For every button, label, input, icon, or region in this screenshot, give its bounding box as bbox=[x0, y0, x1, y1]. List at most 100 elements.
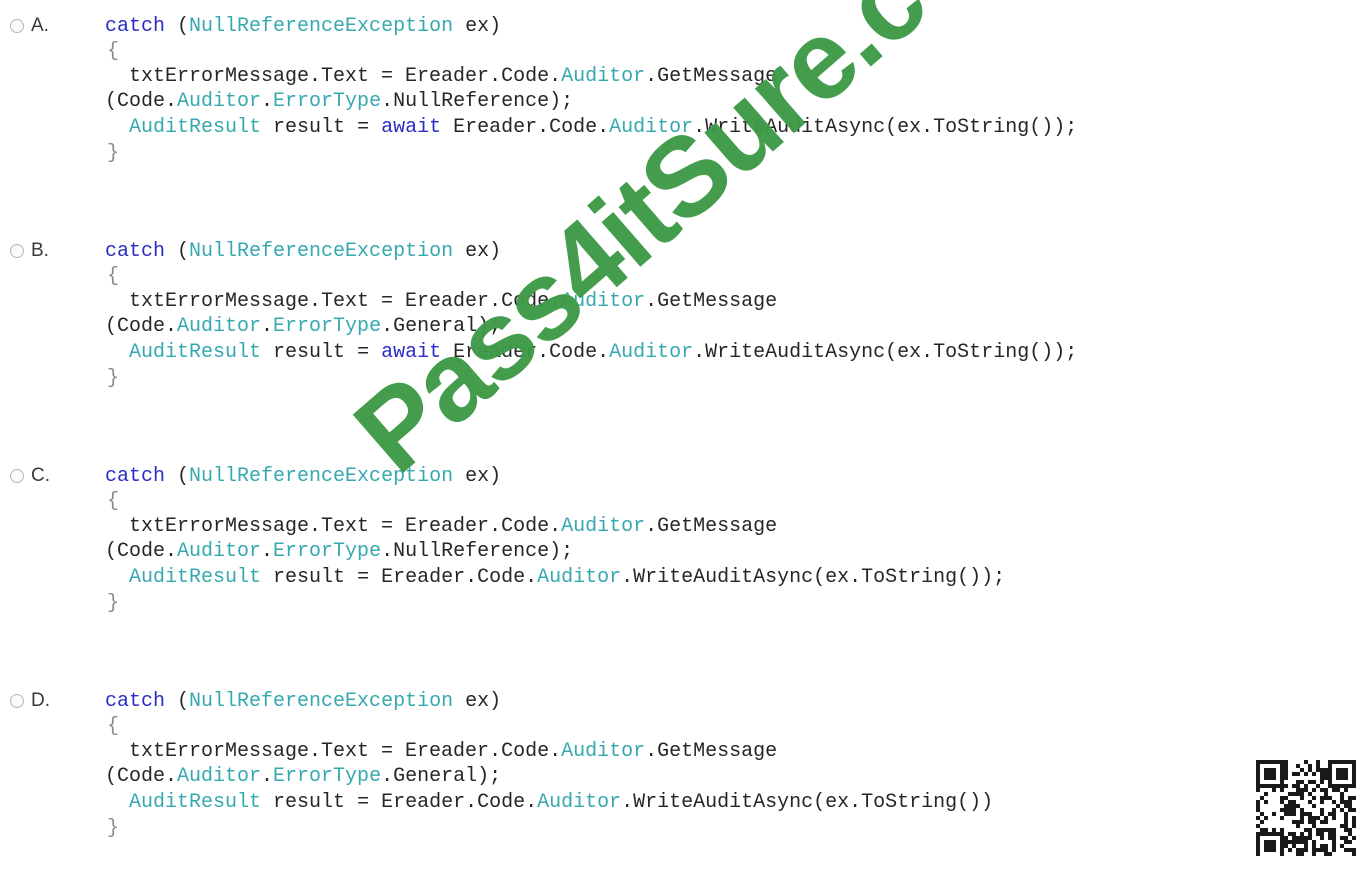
code-line: { bbox=[107, 715, 119, 739]
code-line: { bbox=[107, 265, 119, 289]
code-token: .WriteAuditAsync(ex.ToString()); bbox=[621, 566, 1006, 589]
code-line: txtErrorMessage.Text = Ereader.Code.Audi… bbox=[105, 65, 777, 89]
code-token: txtErrorMessage.Text = Ereader.Code. bbox=[105, 740, 562, 763]
code-token: Auditor bbox=[609, 341, 694, 364]
code-token: ex) bbox=[453, 240, 502, 263]
code-line: catch (NullReferenceException ex) bbox=[105, 15, 501, 39]
code-token: .GetMessage bbox=[645, 65, 778, 88]
code-token: ErrorType bbox=[273, 90, 382, 113]
code-token: Auditor bbox=[561, 515, 646, 538]
code-token: NullReferenceException bbox=[189, 465, 454, 488]
code-token: result = bbox=[261, 341, 382, 364]
code-token: { bbox=[107, 715, 120, 738]
radio-button-icon[interactable] bbox=[10, 19, 24, 33]
code-token: txtErrorMessage.Text = Ereader.Code. bbox=[105, 65, 562, 88]
code-line: AuditResult result = Ereader.Code.Audito… bbox=[105, 566, 1005, 590]
code-token: NullReferenceException bbox=[189, 690, 454, 713]
code-line: AuditResult result = await Ereader.Code.… bbox=[105, 341, 1077, 365]
option-letter: D. bbox=[31, 690, 50, 711]
code-token: (Code. bbox=[105, 540, 178, 563]
code-token: . bbox=[261, 765, 274, 788]
code-token: NullReferenceException bbox=[189, 240, 454, 263]
code-token: ex) bbox=[453, 465, 502, 488]
code-token: AuditResult bbox=[129, 116, 262, 139]
code-token: ( bbox=[165, 15, 190, 38]
code-token: ex) bbox=[453, 690, 502, 713]
code-line: } bbox=[107, 817, 119, 841]
code-token: Auditor bbox=[177, 315, 262, 338]
code-token: catch bbox=[105, 240, 166, 263]
code-token: NullReferenceException bbox=[189, 15, 454, 38]
code-token: txtErrorMessage.Text = Ereader.Code. bbox=[105, 515, 562, 538]
code-token: Auditor bbox=[561, 740, 646, 763]
code-token: } bbox=[107, 367, 120, 390]
code-token: AuditResult bbox=[129, 566, 262, 589]
code-token: Auditor bbox=[537, 566, 622, 589]
code-token: ( bbox=[165, 465, 190, 488]
code-line: txtErrorMessage.Text = Ereader.Code.Audi… bbox=[105, 740, 777, 764]
code-token: .NullReference); bbox=[381, 90, 574, 113]
code-token: { bbox=[107, 265, 120, 288]
code-line: txtErrorMessage.Text = Ereader.Code.Audi… bbox=[105, 290, 777, 314]
code-line: (Code.Auditor.ErrorType.NullReference); bbox=[105, 540, 573, 564]
code-token: ( bbox=[165, 690, 190, 713]
code-token: ( bbox=[165, 240, 190, 263]
code-token: { bbox=[107, 490, 120, 513]
code-token: . bbox=[261, 315, 274, 338]
option-letter: A. bbox=[31, 15, 49, 36]
code-token: . bbox=[261, 90, 274, 113]
code-token: Auditor bbox=[537, 791, 622, 814]
code-token: AuditResult bbox=[129, 341, 262, 364]
code-token: (Code. bbox=[105, 90, 178, 113]
code-line: (Code.Auditor.ErrorType.NullReference); bbox=[105, 90, 573, 114]
option-a[interactable]: A. catch (NullReferenceException ex){ tx… bbox=[0, 15, 1370, 215]
code-line: (Code.Auditor.ErrorType.General); bbox=[105, 765, 501, 789]
code-token: result = Ereader.Code. bbox=[261, 791, 538, 814]
code-line: catch (NullReferenceException ex) bbox=[105, 465, 501, 489]
code-token: Ereader.Code. bbox=[441, 116, 610, 139]
code-token: .GetMessage bbox=[645, 515, 778, 538]
code-token: result = Ereader.Code. bbox=[261, 566, 538, 589]
option-letter: B. bbox=[31, 240, 49, 261]
code-line: { bbox=[107, 40, 119, 64]
code-line: (Code.Auditor.ErrorType.General); bbox=[105, 315, 501, 339]
code-line: } bbox=[107, 592, 119, 616]
code-token: AuditResult bbox=[129, 791, 262, 814]
radio-button-icon[interactable] bbox=[10, 469, 24, 483]
code-token: ex) bbox=[453, 15, 502, 38]
code-token: (Code. bbox=[105, 315, 178, 338]
option-letter: C. bbox=[31, 465, 50, 486]
code-token: } bbox=[107, 142, 120, 165]
radio-button-icon[interactable] bbox=[10, 694, 24, 708]
code-token: .WriteAuditAsync(ex.ToString()); bbox=[693, 341, 1078, 364]
code-token: .NullReference); bbox=[381, 540, 574, 563]
code-line: { bbox=[107, 490, 119, 514]
code-line: AuditResult result = Ereader.Code.Audito… bbox=[105, 791, 993, 815]
code-token: .WriteAuditAsync(ex.ToString()) bbox=[621, 791, 994, 814]
code-token: catch bbox=[105, 690, 166, 713]
code-token: Auditor bbox=[177, 540, 262, 563]
code-token: Auditor bbox=[177, 765, 262, 788]
option-b[interactable]: B. catch (NullReferenceException ex) { tx… bbox=[0, 240, 1370, 440]
code-token: .GetMessage bbox=[645, 290, 778, 313]
qr-code-icon bbox=[1256, 760, 1360, 856]
code-token: txtErrorMessage.Text = Ereader.Code. bbox=[105, 290, 562, 313]
option-c[interactable]: C. catch (NullReferenceException ex){ tx… bbox=[0, 465, 1370, 665]
code-line: AuditResult result = await Ereader.Code.… bbox=[105, 116, 1077, 140]
code-line: catch (NullReferenceException ex) bbox=[105, 690, 501, 714]
option-d[interactable]: D. catch (NullReferenceException ex){ tx… bbox=[0, 690, 1370, 890]
code-token: } bbox=[107, 592, 120, 615]
code-line: } bbox=[107, 142, 119, 166]
code-token: } bbox=[107, 817, 120, 840]
code-line: } bbox=[107, 367, 119, 391]
code-token: Auditor bbox=[561, 65, 646, 88]
code-token: await bbox=[381, 116, 442, 139]
code-line: txtErrorMessage.Text = Ereader.Code.Audi… bbox=[105, 515, 777, 539]
code-token: (Code. bbox=[105, 765, 178, 788]
code-token: Auditor bbox=[561, 290, 646, 313]
radio-button-icon[interactable] bbox=[10, 244, 24, 258]
